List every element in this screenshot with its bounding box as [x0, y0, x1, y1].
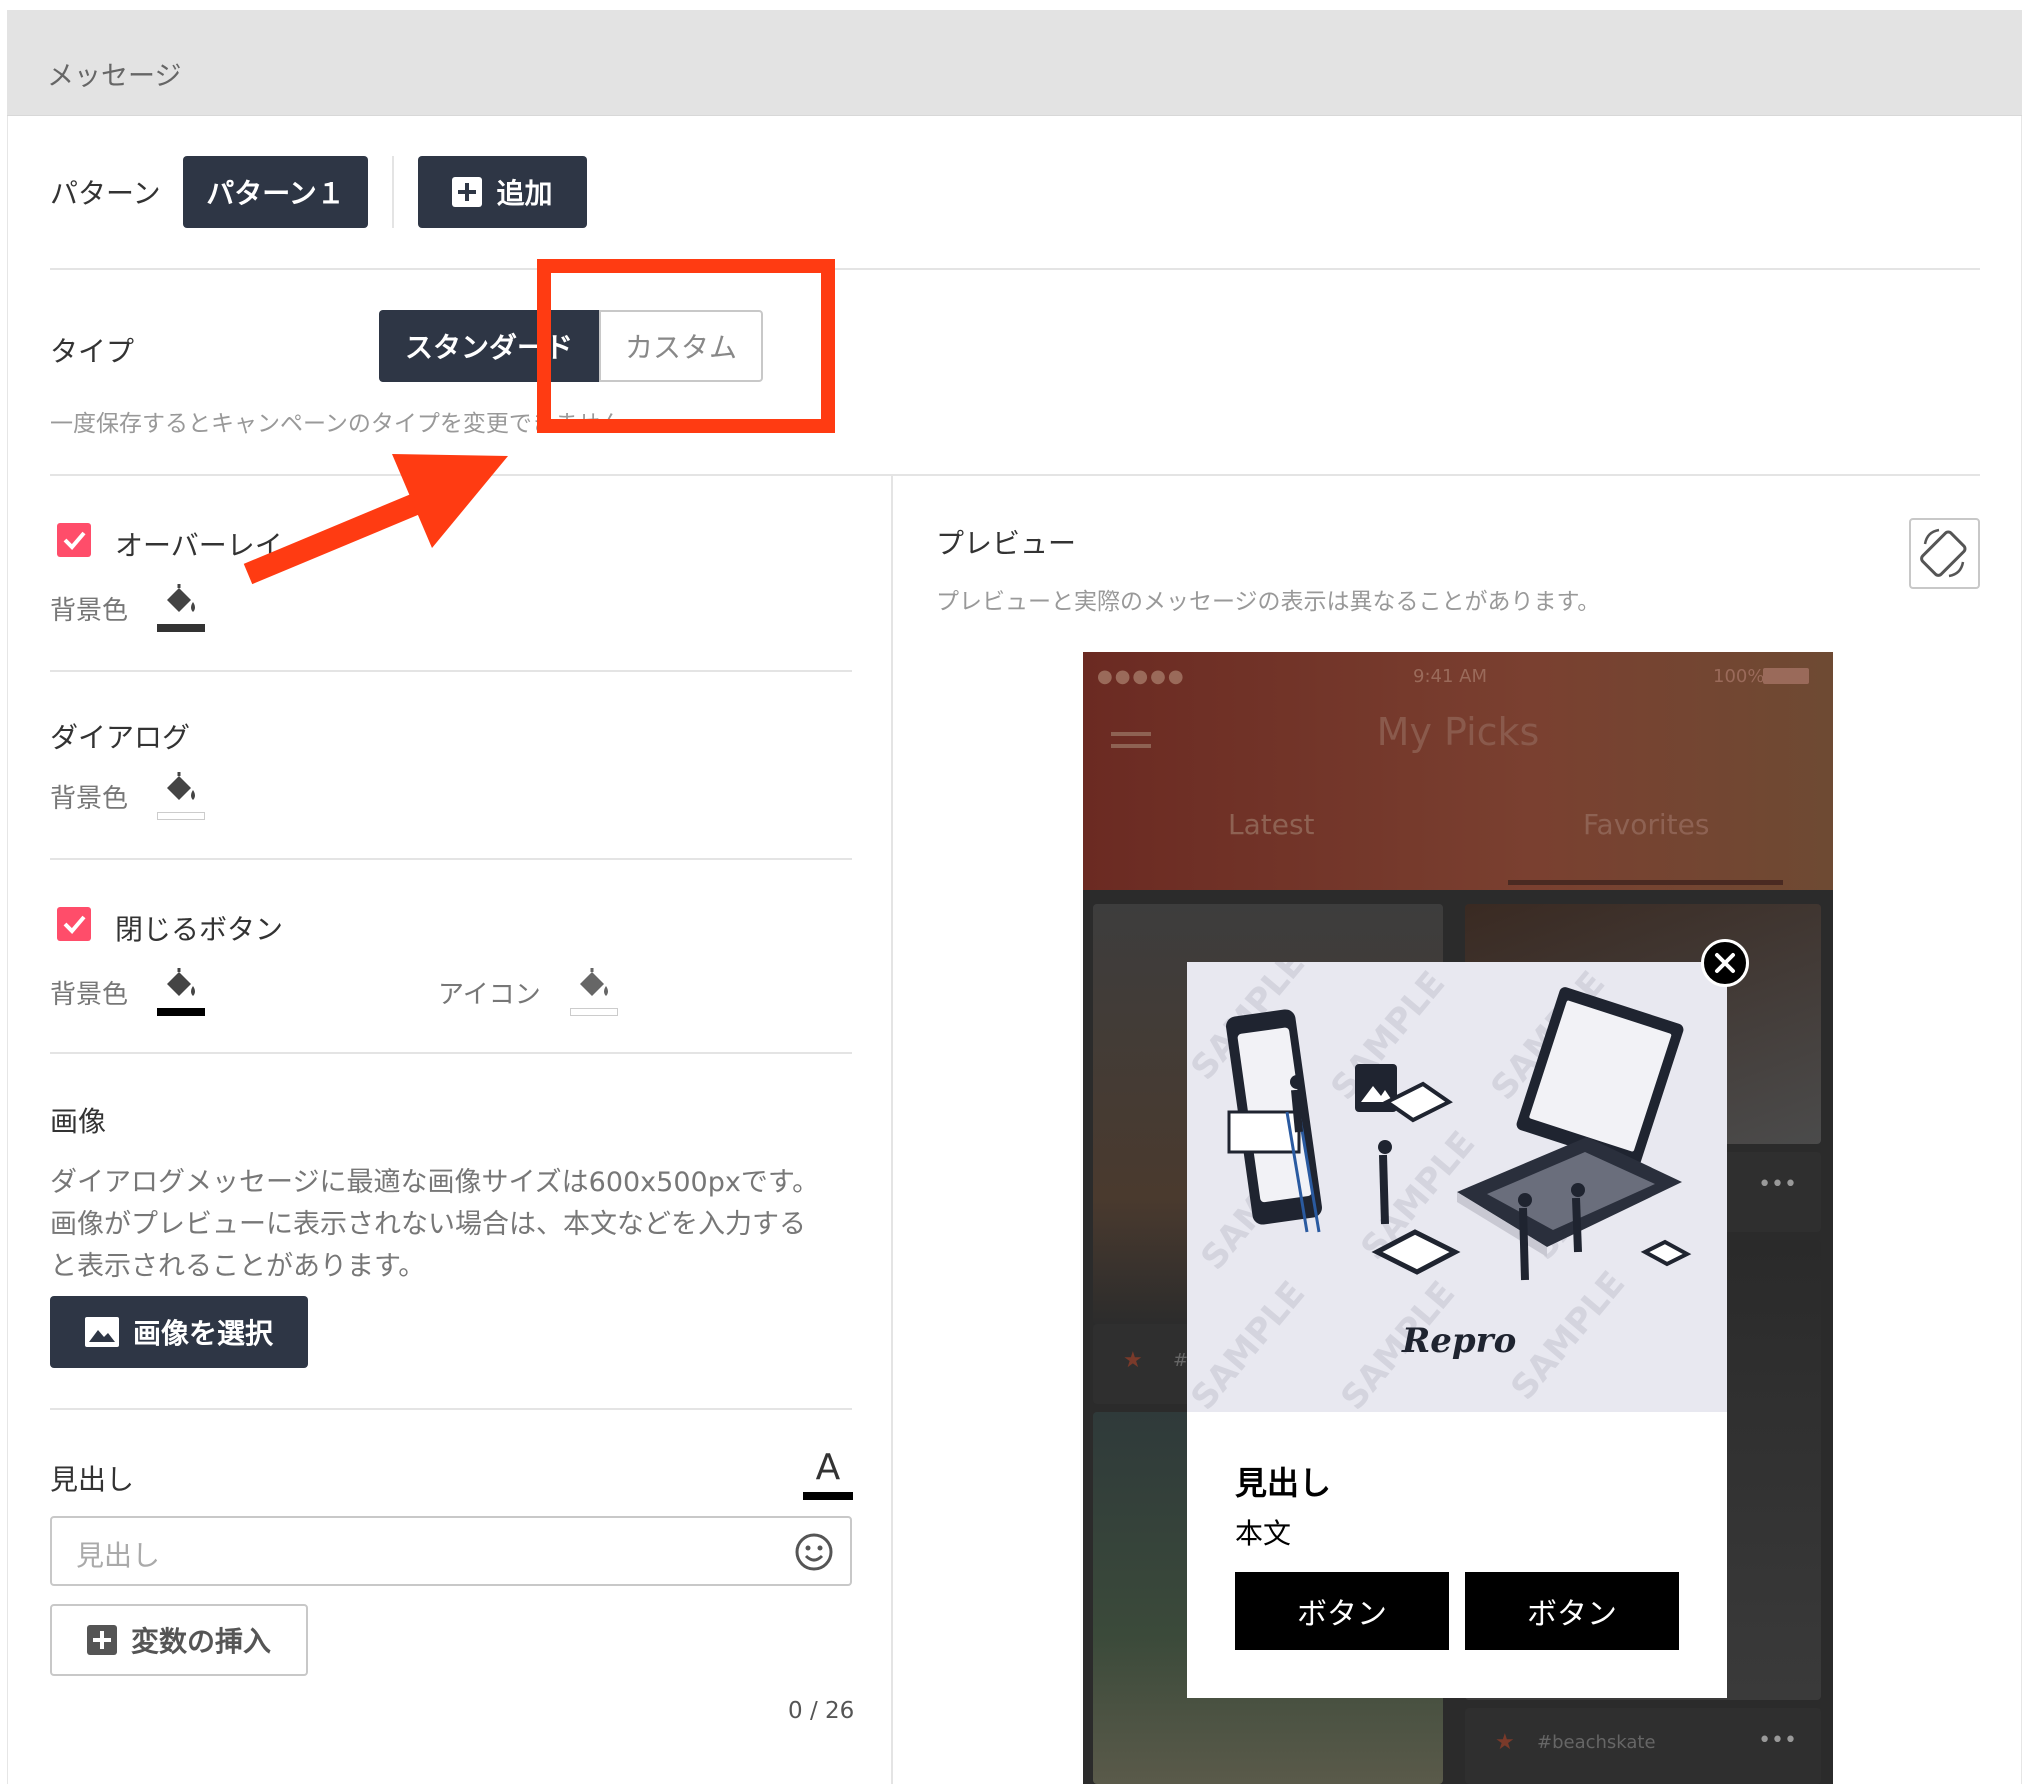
- annotation-arrow: [243, 487, 435, 585]
- app-frame: メッセージ パターン パターン１ 追加 タイプ スタンダード カスタム 一度保存…: [0, 0, 2043, 1784]
- annotation-overlay: [243, 259, 835, 585]
- highlight-box: [537, 259, 835, 433]
